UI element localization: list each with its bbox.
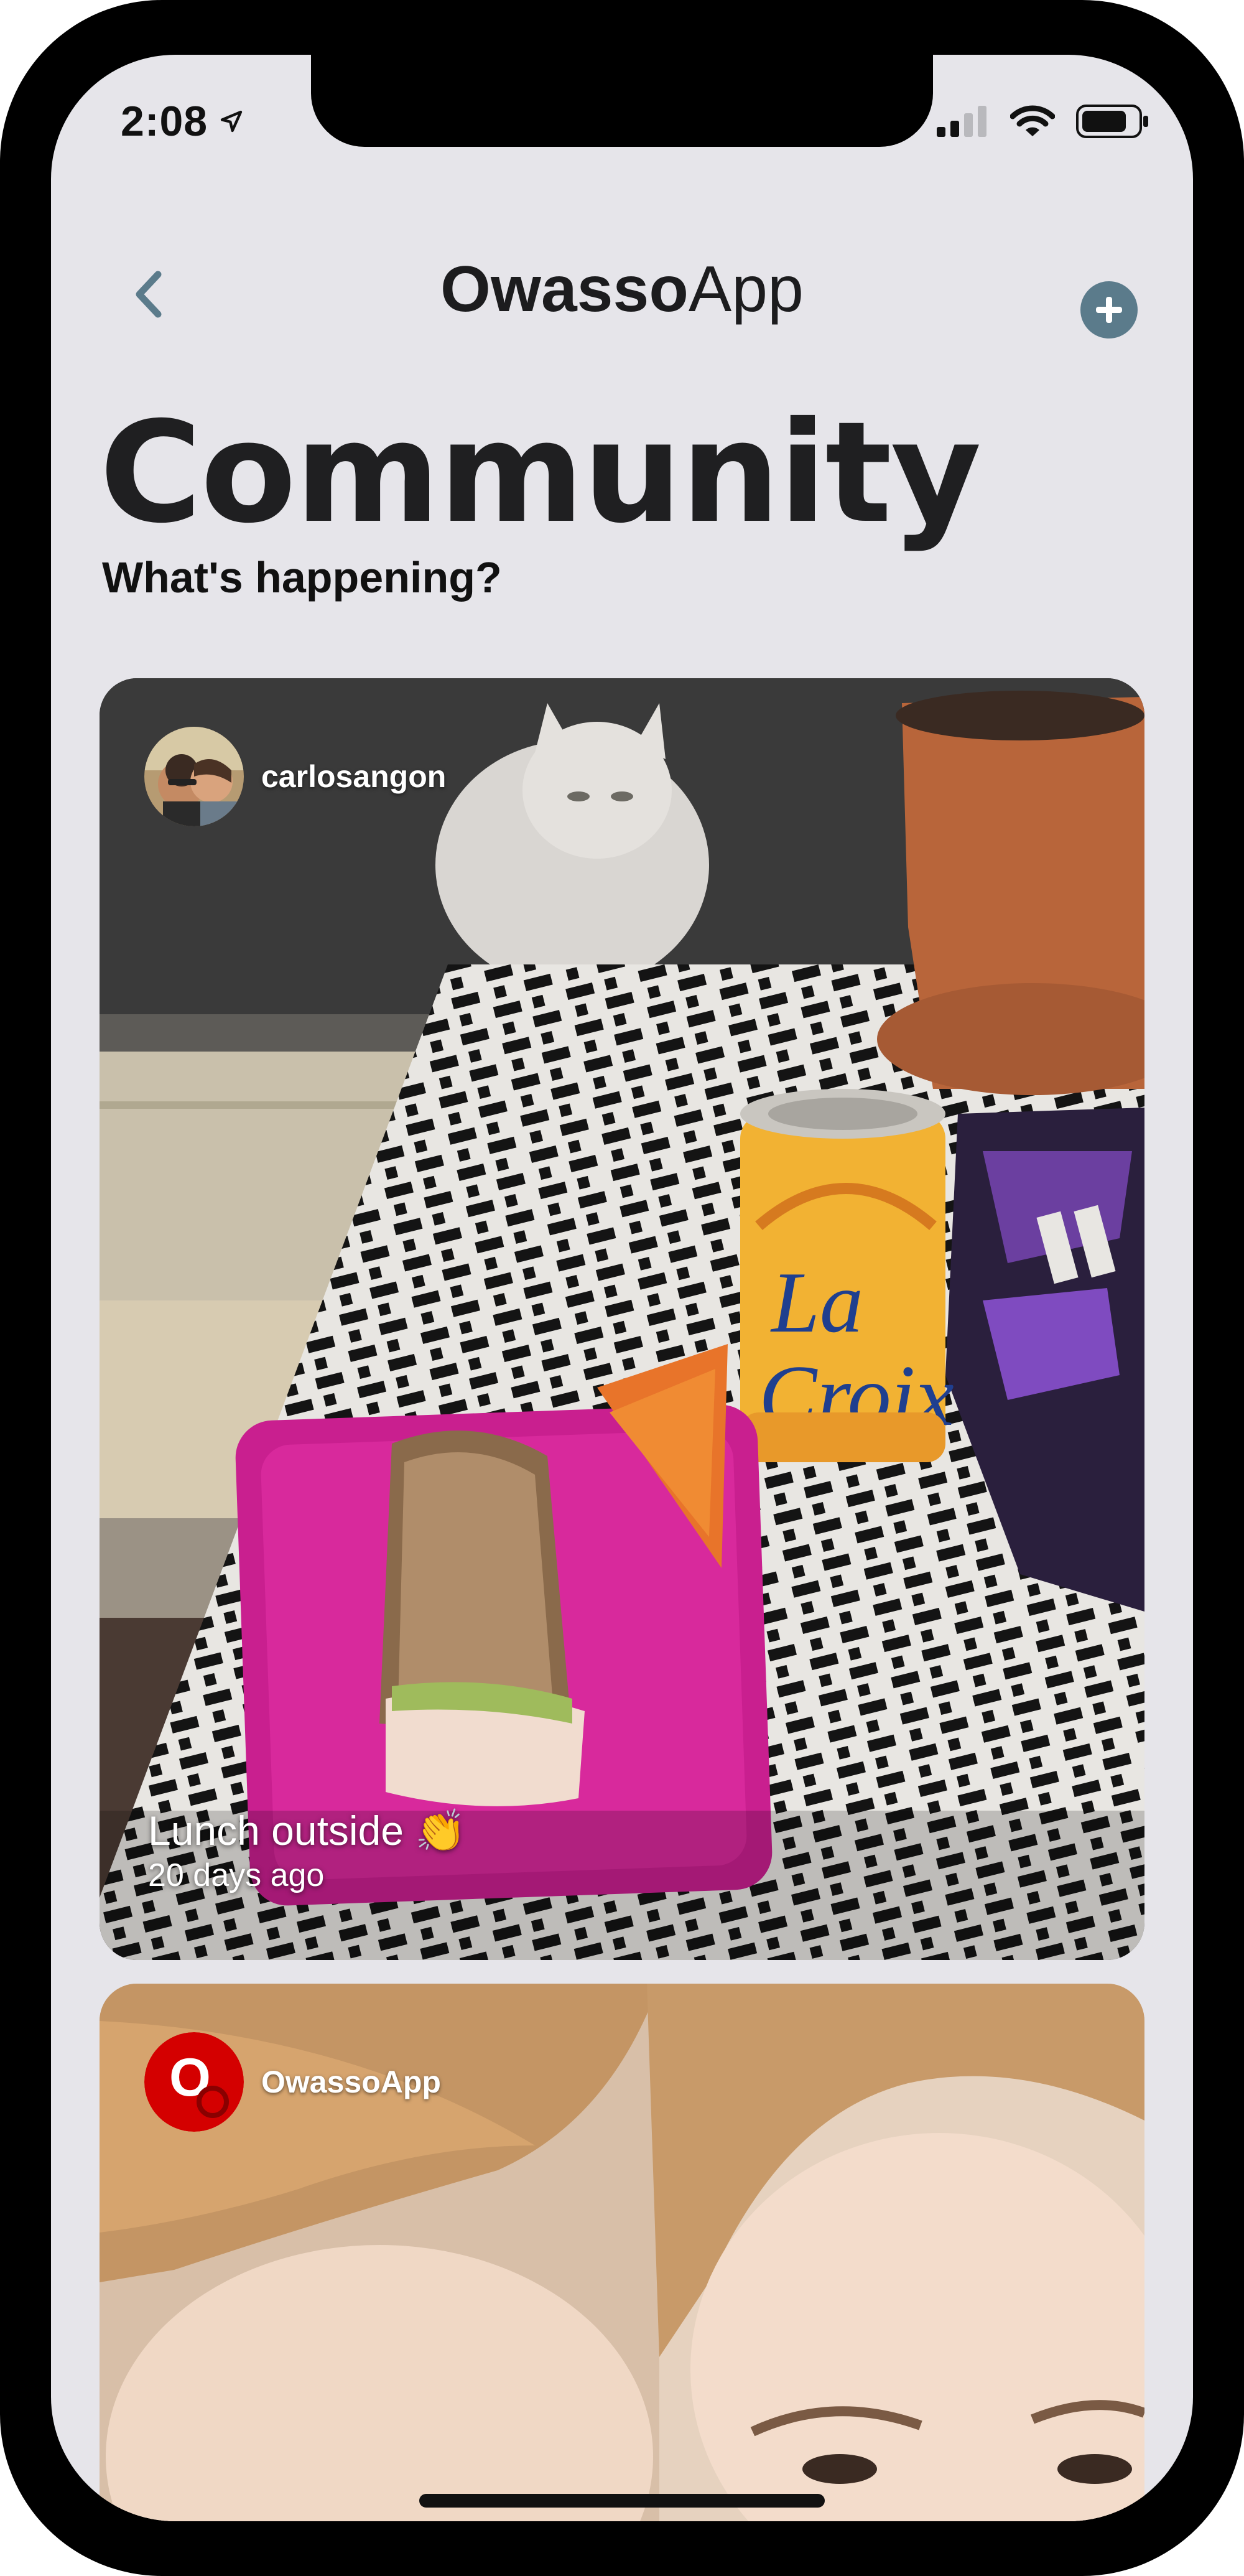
post-author[interactable]: O OwassoApp <box>144 2032 441 2132</box>
post-photo: La Croix <box>100 678 1144 1960</box>
avatar[interactable]: O <box>144 2032 244 2132</box>
notch <box>311 55 933 147</box>
avatar-image <box>144 727 244 826</box>
screen: 2:08 OwassoApp Community What's happenin… <box>51 55 1193 2521</box>
post-caption-text: Lunch outside 👏 <box>148 1808 466 1854</box>
home-indicator[interactable] <box>419 2494 825 2508</box>
app-title-light: App <box>688 253 804 325</box>
app-title-bold: Owasso <box>440 253 689 325</box>
plus-circle-icon <box>1096 297 1122 323</box>
avatar[interactable] <box>144 727 244 826</box>
svg-text:O: O <box>169 2048 211 2107</box>
owasso-logo-icon: O <box>144 2032 244 2132</box>
status-indicators <box>937 105 1149 138</box>
app-title: OwassoApp <box>51 253 1193 327</box>
battery-icon <box>1076 105 1148 138</box>
status-time: 2:08 <box>121 97 244 146</box>
post-card[interactable]: La Croix carlosangon Lunch outside 👏 20 … <box>100 678 1144 1960</box>
svg-text:La: La <box>770 1254 863 1351</box>
post-author-name[interactable]: OwassoApp <box>261 2064 441 2100</box>
post-timestamp: 20 days ago <box>148 1857 325 1893</box>
post-author[interactable]: carlosangon <box>144 727 446 826</box>
status-time-label: 2:08 <box>121 98 208 145</box>
page-subtitle: What's happening? <box>102 553 502 602</box>
post-card[interactable]: O OwassoApp <box>100 1984 1144 2521</box>
page-title: Community <box>100 391 982 554</box>
location-arrow-icon <box>220 110 243 133</box>
wifi-icon <box>1010 105 1055 136</box>
add-post-button[interactable] <box>1080 281 1138 338</box>
post-author-name[interactable]: carlosangon <box>261 758 446 795</box>
cellular-signal-icon <box>937 106 986 137</box>
post-caption: Lunch outside 👏 20 days ago <box>148 1807 466 1894</box>
phone-frame: 2:08 OwassoApp Community What's happenin… <box>0 0 1244 2576</box>
